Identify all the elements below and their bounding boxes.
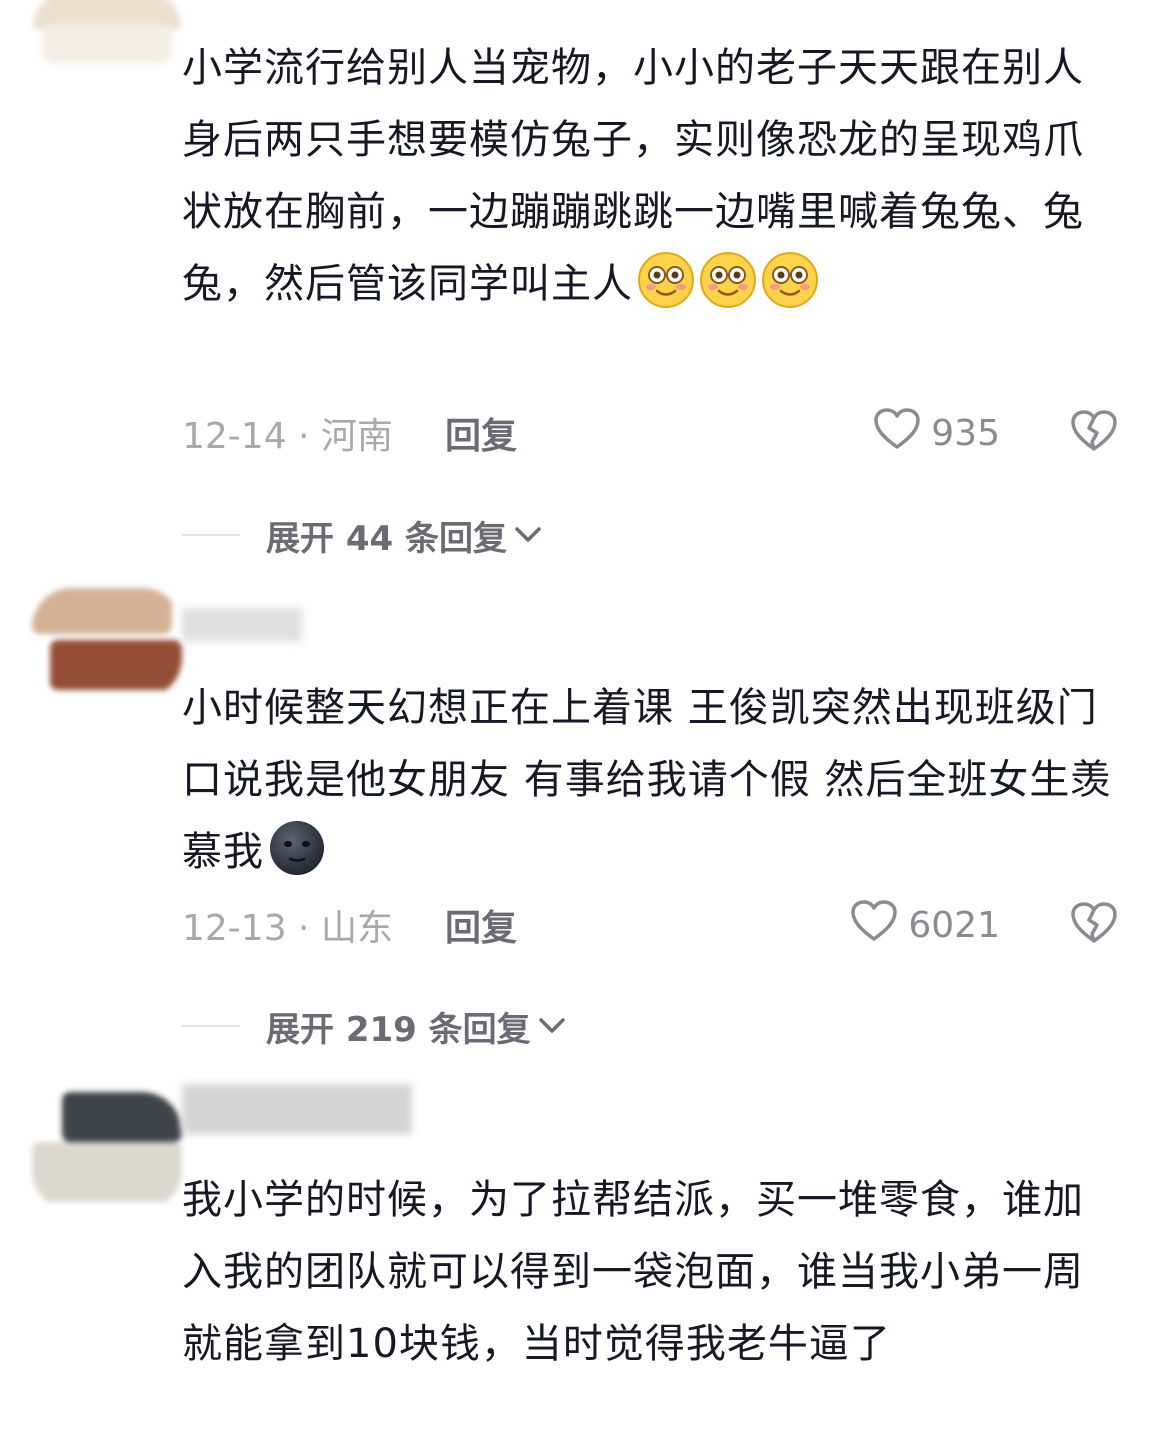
reply-button[interactable]: 回复 xyxy=(445,899,517,951)
divider-line xyxy=(182,534,240,536)
expand-replies-label: 展开 219 条回复 xyxy=(266,1009,531,1050)
divider-line xyxy=(182,1025,240,1027)
like-button[interactable]: 935 xyxy=(873,407,1000,460)
comment-meta: 12-13 · 山东 回复 xyxy=(182,900,517,950)
username[interactable] xyxy=(182,1084,412,1134)
flushed-face-emoji-icon xyxy=(637,251,695,309)
dislike-button[interactable] xyxy=(1070,408,1118,458)
avatar[interactable] xyxy=(32,1092,182,1210)
new-moon-face-emoji-icon xyxy=(268,819,326,877)
dislike-button[interactable] xyxy=(1070,900,1118,950)
expand-replies-label: 展开 44 条回复 xyxy=(266,518,507,559)
like-button[interactable]: 6021 xyxy=(850,899,1000,952)
avatar[interactable] xyxy=(32,588,182,698)
comment-text-content: 我小学的时候，为了拉帮结派，买一堆零食，谁加入我的团队就可以得到一袋泡面，谁当我… xyxy=(182,1177,1084,1367)
comment-text: 我小学的时候，为了拉帮结派，买一堆零食，谁加入我的团队就可以得到一袋泡面，谁当我… xyxy=(182,1164,1122,1380)
broken-heart-icon xyxy=(1070,409,1118,457)
comment-text: 小时候整天幻想正在上着课 王俊凯突然出现班级门口说我是他女朋友 有事给我请个假 … xyxy=(182,672,1122,888)
comment-meta: 12-14 · 河南 回复 xyxy=(182,408,517,458)
expand-replies-button[interactable]: 展开 219 条回复 xyxy=(182,1001,567,1051)
expand-replies-button[interactable]: 展开 44 条回复 xyxy=(182,510,543,560)
like-count: 935 xyxy=(931,412,1000,454)
heart-icon xyxy=(873,407,931,460)
chevron-down-icon xyxy=(507,515,543,555)
flushed-face-emoji-icon xyxy=(761,251,819,309)
comment-text: 小学流行给别人当宠物，小小的老子天天跟在别人身后两只手想要模仿兔子，实则像恐龙的… xyxy=(182,32,1122,320)
chevron-down-icon xyxy=(531,1006,567,1046)
username[interactable] xyxy=(182,608,302,642)
date-location: 12-14 · 河南 xyxy=(182,416,393,457)
reply-button[interactable]: 回复 xyxy=(445,407,517,459)
flushed-face-emoji-icon xyxy=(699,251,757,309)
heart-icon xyxy=(850,899,908,952)
comment-text-content: 小学流行给别人当宠物，小小的老子天天跟在别人身后两只手想要模仿兔子，实则像恐龙的… xyxy=(182,45,1084,307)
date-location: 12-13 · 山东 xyxy=(182,908,393,949)
like-count: 6021 xyxy=(908,904,1000,946)
avatar[interactable] xyxy=(32,0,182,70)
broken-heart-icon xyxy=(1070,901,1118,949)
